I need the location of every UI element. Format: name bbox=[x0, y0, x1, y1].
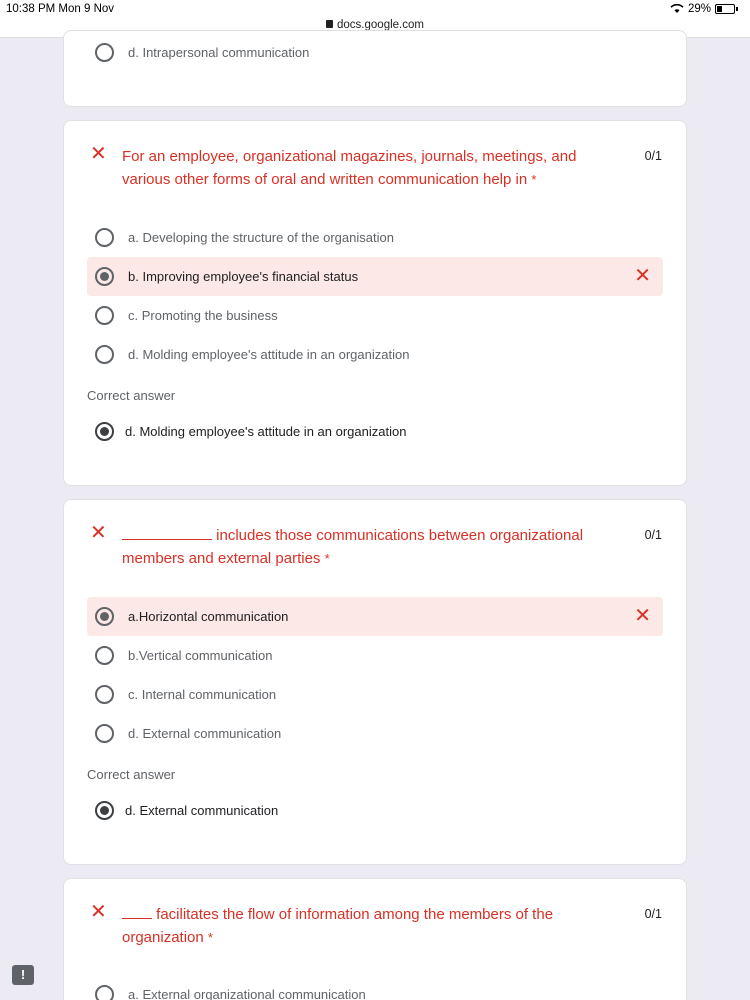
option-a[interactable]: a. External organizational communication bbox=[87, 975, 663, 1000]
required-asterisk: * bbox=[324, 551, 330, 566]
radio-icon bbox=[95, 801, 114, 820]
question-header: ✕ facilitates the flow of information am… bbox=[90, 901, 662, 949]
question-score: 0/1 bbox=[644, 528, 662, 542]
option-a-selected-wrong[interactable]: a.Horizontal communication ✕ bbox=[87, 597, 663, 636]
radio-icon[interactable] bbox=[95, 306, 114, 325]
option-d[interactable]: d. Intrapersonal communication bbox=[87, 33, 663, 72]
required-asterisk: * bbox=[531, 172, 537, 187]
question-card-2: ✕ includes those communications between … bbox=[63, 499, 687, 865]
lock-icon bbox=[326, 20, 334, 28]
option-b[interactable]: b.Vertical communication bbox=[87, 636, 663, 675]
correct-answer-label: Correct answer bbox=[87, 767, 176, 782]
close-icon: ✕ bbox=[634, 605, 651, 627]
status-right: 29% bbox=[670, 3, 738, 15]
battery-percent: 29% bbox=[687, 3, 711, 15]
radio-icon[interactable] bbox=[95, 985, 114, 1000]
close-icon: ✕ bbox=[634, 265, 651, 287]
option-label: d. Molding employee's attitude in an org… bbox=[128, 347, 410, 362]
blank-line bbox=[122, 526, 212, 540]
correct-answer-text: d. Molding employee's attitude in an org… bbox=[125, 424, 407, 439]
option-a[interactable]: a. Developing the structure of the organ… bbox=[87, 218, 663, 257]
status-time: 10:38 PM Mon 9 Nov bbox=[6, 3, 115, 15]
option-label: c. Internal communication bbox=[128, 687, 277, 702]
radio-icon[interactable] bbox=[95, 724, 114, 743]
blank-line bbox=[122, 905, 152, 919]
radio-icon[interactable] bbox=[95, 685, 114, 704]
question-card-3: ✕ facilitates the flow of information am… bbox=[63, 878, 687, 1000]
close-icon: ✕ bbox=[90, 143, 107, 165]
radio-icon[interactable] bbox=[95, 345, 114, 364]
question-header: ✕ includes those communications between … bbox=[90, 522, 662, 570]
question-text: For an employee, organizational magazine… bbox=[122, 148, 577, 188]
close-icon: ✕ bbox=[90, 901, 107, 923]
battery-icon bbox=[715, 4, 735, 14]
correct-answer: d. Molding employee's attitude in an org… bbox=[87, 412, 663, 451]
option-label: a. Developing the structure of the organ… bbox=[128, 230, 394, 245]
close-icon: ✕ bbox=[90, 522, 107, 544]
radio-icon[interactable] bbox=[95, 228, 114, 247]
question-header: ✕ For an employee, organizational magazi… bbox=[90, 143, 662, 191]
option-d[interactable]: d. External communication bbox=[87, 714, 663, 753]
option-label: a. External organizational communication bbox=[128, 987, 366, 1000]
required-asterisk: * bbox=[207, 930, 213, 945]
option-label: d. External communication bbox=[128, 726, 282, 741]
option-label: c. Promoting the business bbox=[128, 308, 278, 323]
option-label: a.Horizontal communication bbox=[128, 609, 289, 624]
option-c[interactable]: c. Promoting the business bbox=[87, 296, 663, 335]
radio-icon[interactable] bbox=[95, 607, 114, 626]
question-card-1: ✕ For an employee, organizational magazi… bbox=[63, 120, 687, 486]
radio-icon[interactable] bbox=[95, 646, 114, 665]
question-text: includes those communications between or… bbox=[122, 526, 584, 567]
question-text: facilitates the flow of information amon… bbox=[122, 905, 554, 946]
radio-icon[interactable] bbox=[95, 267, 114, 286]
option-b-selected-wrong[interactable]: b. Improving employee's financial status… bbox=[87, 257, 663, 296]
correct-answer-label: Correct answer bbox=[87, 388, 176, 403]
question-score: 0/1 bbox=[644, 907, 662, 921]
correct-answer-text: d. External communication bbox=[125, 803, 279, 818]
option-d[interactable]: d. Molding employee's attitude in an org… bbox=[87, 335, 663, 374]
option-label: b.Vertical communication bbox=[128, 648, 273, 663]
radio-icon bbox=[95, 422, 114, 441]
wifi-icon bbox=[670, 4, 684, 13]
option-label: d. Intrapersonal communication bbox=[128, 45, 310, 60]
feedback-icon[interactable]: ! bbox=[12, 965, 34, 985]
radio-icon[interactable] bbox=[95, 43, 114, 62]
question-score: 0/1 bbox=[644, 149, 662, 163]
question-card-partial: d. Intrapersonal communication bbox=[63, 30, 687, 107]
correct-answer: d. External communication bbox=[87, 791, 663, 830]
option-label: b. Improving employee's financial status bbox=[128, 269, 359, 284]
option-c[interactable]: c. Internal communication bbox=[87, 675, 663, 714]
